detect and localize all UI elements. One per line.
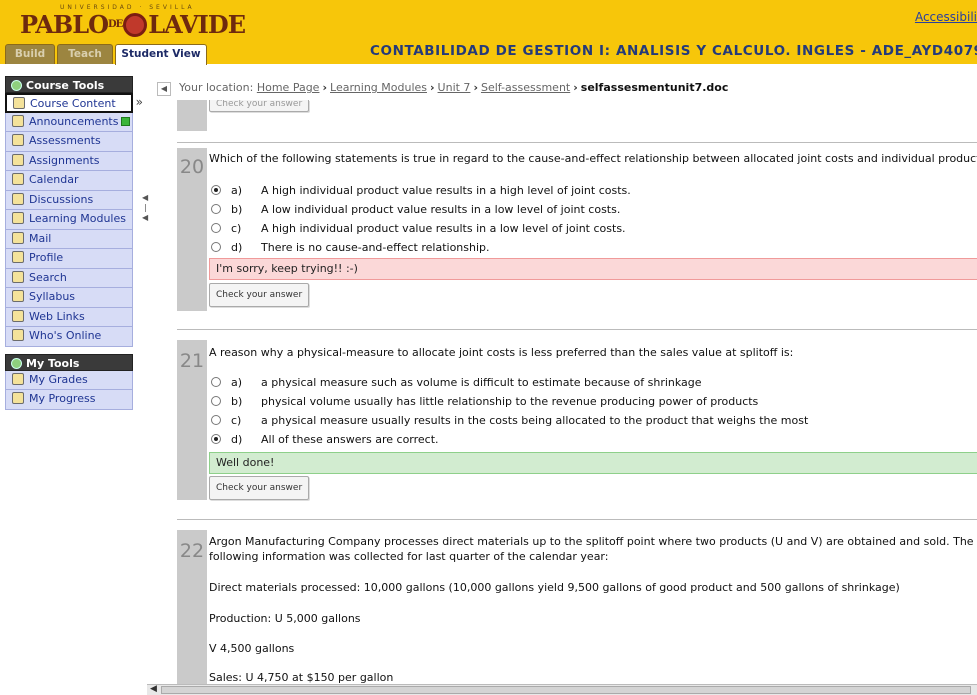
breadcrumb-unit-7[interactable]: Unit 7: [438, 81, 471, 94]
radio-button[interactable]: [211, 377, 221, 387]
question-22-paragraph: Sales: U 4,750 at $150 per gallon: [209, 671, 394, 684]
question-20-text: Which of the following statements is tru…: [209, 152, 977, 165]
tab-teach[interactable]: Teach: [57, 44, 113, 64]
radio-button[interactable]: [211, 242, 221, 252]
option-21-c[interactable]: c) a physical measure usually results in…: [211, 414, 808, 432]
option-21-d[interactable]: d) All of these answers are correct.: [211, 433, 439, 451]
location-prefix: Your location:: [179, 81, 254, 94]
sidebar-item-syllabus[interactable]: Syllabus: [5, 288, 133, 308]
question-22-paragraph: Direct materials processed: 10,000 gallo…: [209, 581, 900, 594]
collapse-sidebar-handle[interactable]: ◀ ❘ ◀: [142, 193, 149, 233]
question-number: 20: [179, 156, 205, 178]
sidebar-item-learning-modules[interactable]: Learning Modules: [5, 210, 133, 230]
course-content-icon: [13, 97, 25, 109]
logo-word-2: LAVIDE: [148, 10, 246, 39]
divider: [177, 142, 977, 143]
option-21-b[interactable]: b) physical volume usually has little re…: [211, 395, 758, 413]
logo-wordmark: PABLODE LAVIDE: [20, 10, 246, 39]
question-22-text-line-2: following information was collected for …: [209, 550, 609, 563]
check-answer-button-21[interactable]: Check your answer: [209, 476, 310, 500]
sidebar-item-mail[interactable]: Mail: [5, 229, 133, 249]
assessments-icon: [12, 134, 24, 146]
my-tools-icon: [11, 357, 22, 369]
my-grades-icon: [12, 372, 24, 385]
mail-icon: [12, 231, 24, 244]
sidebar-item-profile[interactable]: Profile: [5, 249, 133, 269]
tab-build[interactable]: Build: [5, 44, 55, 64]
scrollbar-thumb[interactable]: [161, 686, 971, 694]
horizontal-scrollbar[interactable]: ◀: [147, 684, 977, 695]
radio-button[interactable]: [211, 396, 221, 406]
sidebar-item-announcements[interactable]: Announcements: [5, 112, 133, 132]
option-21-a[interactable]: a) a physical measure such as volume is …: [211, 376, 702, 394]
whos-online-icon: [12, 329, 24, 341]
assignments-icon: [12, 153, 24, 166]
course-tools-header: Course Tools: [5, 76, 133, 93]
divider: [177, 519, 977, 520]
radio-button[interactable]: [211, 434, 221, 444]
logo-o-icon: [123, 13, 148, 37]
option-20-d[interactable]: d) There is no cause-and-effect relation…: [211, 241, 490, 259]
question-22-text-line-1: Argon Manufacturing Company processes di…: [209, 535, 974, 548]
sidebar-item-whos-online[interactable]: Who's Online: [5, 327, 133, 347]
back-arrow-icon[interactable]: ◀: [157, 82, 171, 96]
breadcrumb-home[interactable]: Home Page: [257, 81, 320, 94]
radio-button[interactable]: [211, 185, 221, 195]
my-progress-icon: [12, 392, 24, 404]
my-tools-header: My Tools: [5, 353, 133, 371]
divider: [177, 329, 977, 330]
scroll-left-icon[interactable]: ◀: [150, 684, 157, 694]
breadcrumb-learning-modules[interactable]: Learning Modules: [330, 81, 427, 94]
resize-grip-icon: ❘: [142, 203, 149, 212]
sidebar-item-my-progress[interactable]: My Progress: [5, 390, 133, 410]
learning-modules-icon: [12, 212, 24, 224]
option-20-c[interactable]: c) A high individual product value resul…: [211, 222, 626, 240]
feedback-incorrect: I'm sorry, keep trying!! :-): [209, 258, 977, 280]
question-21-text: A reason why a physical-measure to alloc…: [209, 346, 794, 359]
discussions-icon: [12, 192, 24, 205]
question-number: 21: [179, 350, 205, 372]
breadcrumb-current: selfassesmentunit7.doc: [580, 81, 729, 94]
sidebar-item-calendar[interactable]: Calendar: [5, 171, 133, 191]
header-bar: UNIVERSIDAD · SEVILLA PABLODE LAVIDE Acce…: [0, 0, 977, 65]
option-20-a[interactable]: a) A high individual product value resul…: [211, 184, 631, 202]
question-22-paragraph: V 4,500 gallons: [209, 642, 295, 655]
breadcrumb: ◀ Your location: Home Page › Learning Modul…: [157, 76, 977, 100]
question-22-paragraph: Production: U 5,000 gallons: [209, 612, 361, 625]
sidebar-item-assignments[interactable]: Assignments: [5, 151, 133, 171]
logo-word-de: DE: [108, 19, 123, 30]
calendar-icon: [12, 173, 24, 185]
check-answer-button-19[interactable]: Check your answer: [209, 100, 310, 112]
radio-button[interactable]: [211, 223, 221, 233]
feedback-correct: Well done!: [209, 452, 977, 474]
web-links-icon: [12, 309, 24, 322]
search-icon: [12, 270, 24, 283]
radio-button[interactable]: [211, 204, 221, 214]
question-number: 22: [179, 540, 205, 562]
sidebar-item-my-grades[interactable]: My Grades: [5, 370, 133, 390]
course-tools-icon: [11, 80, 22, 91]
sidebar-item-search[interactable]: Search: [5, 268, 133, 288]
check-answer-button-20[interactable]: Check your answer: [209, 283, 310, 307]
sidebar-item-discussions[interactable]: Discussions: [5, 190, 133, 210]
sidebar-item-assessments[interactable]: Assessments: [5, 132, 133, 152]
option-20-b[interactable]: b) A low individual product value result…: [211, 203, 620, 221]
syllabus-icon: [12, 290, 24, 302]
sidebar: Course Tools Course Content Announcement…: [5, 76, 143, 410]
sidebar-item-web-links[interactable]: Web Links: [5, 307, 133, 327]
new-badge-icon: [121, 116, 131, 126]
tab-student-view[interactable]: Student View: [115, 44, 207, 65]
collapse-arrow-icon-2: ◀: [142, 213, 149, 222]
course-title: CONTABILIDAD DE GESTION I: ANALISIS Y CA…: [370, 43, 977, 59]
logo-word-1: PABLO: [20, 10, 109, 39]
radio-button[interactable]: [211, 415, 221, 425]
accessibility-link[interactable]: Accessibili: [915, 10, 977, 24]
breadcrumb-self-assessment[interactable]: Self-assessment: [481, 81, 570, 94]
announcements-icon: [12, 114, 24, 127]
profile-icon: [12, 251, 24, 263]
collapse-arrow-icon: ◀: [142, 193, 149, 202]
main-content: ◀ Your location: Home Page › Learning Modul…: [157, 76, 977, 684]
sidebar-item-course-content[interactable]: Course Content: [5, 93, 143, 113]
